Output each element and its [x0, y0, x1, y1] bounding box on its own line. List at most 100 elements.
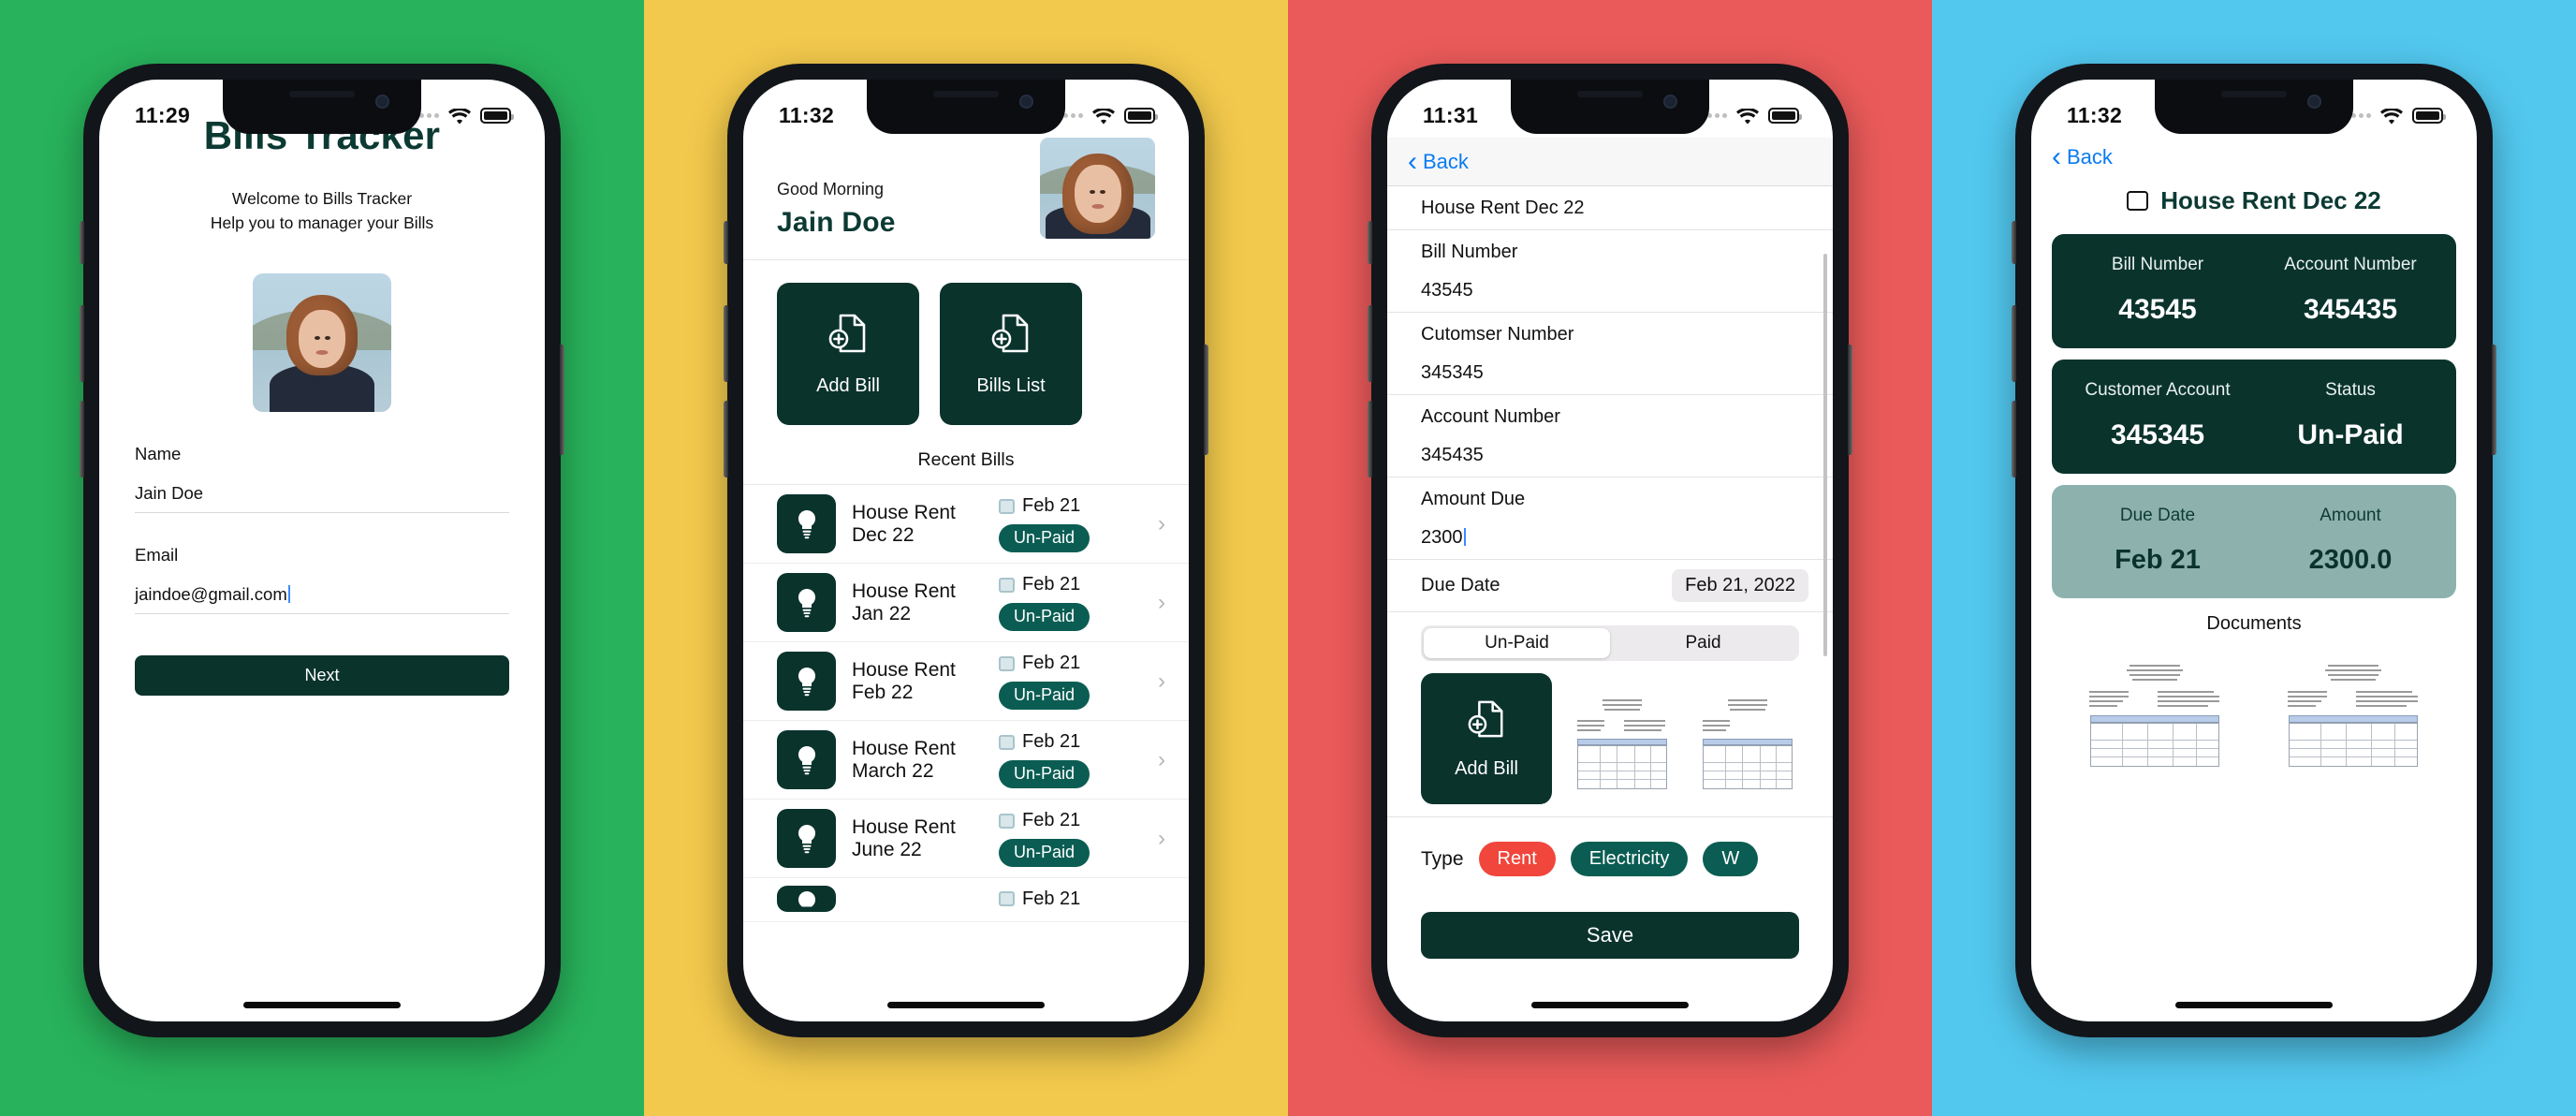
- lightbulb-icon: [777, 652, 836, 711]
- wifi-icon: [1091, 107, 1116, 125]
- email-input[interactable]: jaindoe@gmail.com: [135, 584, 509, 613]
- panel-onboarding: 11:29 Bills Tracker Welcome to Bills Tra…: [0, 0, 644, 1116]
- lightbulb-icon: [777, 809, 836, 868]
- status-icons: [2344, 107, 2446, 125]
- home-indicator[interactable]: [1531, 1002, 1689, 1008]
- document-thumbnail[interactable]: [2085, 655, 2225, 768]
- avatar-eye-right: [1100, 190, 1105, 195]
- customer-status-card: Customer Account 345345 Status Un-Paid: [2052, 360, 2456, 474]
- back-button[interactable]: ‹ Back: [2052, 143, 2113, 171]
- scrollbar[interactable]: [1823, 254, 1827, 656]
- bill-title-input[interactable]: House Rent Dec 22: [1387, 186, 1833, 230]
- name-input[interactable]: Jain Doe: [135, 483, 509, 512]
- document-thumbnail[interactable]: [1567, 683, 1677, 794]
- segment-paid[interactable]: Paid: [1610, 628, 1796, 658]
- document-plus-icon: [827, 311, 869, 360]
- add-bill-tile[interactable]: Add Bill: [777, 283, 919, 425]
- phone-button-volume-down: [2012, 401, 2016, 477]
- document-preview: [1573, 696, 1671, 789]
- bill-number-value: 43545: [2118, 294, 2197, 325]
- status-badge: Un-Paid: [999, 682, 1090, 710]
- bill-number-input[interactable]: 43545: [1387, 269, 1833, 313]
- add-bill-button-label: Add Bill: [1455, 758, 1518, 779]
- table-row[interactable]: House Rent June 22 Feb 21 Un-Paid ›: [743, 800, 1189, 878]
- bills-list-tile[interactable]: Bills List: [940, 283, 1082, 425]
- status-icons: [1700, 107, 1802, 125]
- recent-bills-list: House Rent Dec 22 Feb 21 Un-Paid › House…: [743, 484, 1189, 922]
- avatar-lips: [1091, 204, 1104, 210]
- speaker-grille: [289, 91, 355, 97]
- home-indicator[interactable]: [2175, 1002, 2333, 1008]
- calendar-icon: [2127, 191, 2149, 211]
- amount-due-input[interactable]: 2300: [1387, 516, 1833, 560]
- bill-number-column: Bill Number 43545: [2061, 255, 2254, 326]
- type-chip-rent[interactable]: Rent: [1478, 842, 1556, 876]
- type-chip-water[interactable]: W: [1703, 842, 1759, 876]
- wifi-icon: [2379, 107, 2404, 125]
- account-number-input[interactable]: 345435: [1387, 433, 1833, 477]
- amount-due-value: 2300: [1421, 527, 1463, 548]
- bill-date: Feb 21: [999, 731, 1080, 753]
- document-preview: [2085, 659, 2225, 767]
- home-indicator[interactable]: [887, 1002, 1045, 1008]
- calendar-icon: [999, 655, 1015, 671]
- chevron-right-icon: ›: [1158, 589, 1165, 615]
- home-indicator[interactable]: [243, 1002, 401, 1008]
- customer-number-input[interactable]: 345345: [1387, 351, 1833, 395]
- document-preview: [1699, 696, 1796, 789]
- phone-notch: [223, 80, 421, 134]
- table-row[interactable]: Feb 21: [743, 878, 1189, 922]
- document-preview: [2283, 659, 2423, 767]
- bill-name: House Rent Jan 22: [852, 580, 956, 624]
- greeting-text: Good Morning: [777, 180, 885, 198]
- table-row[interactable]: House Rent Feb 22 Feb 21 Un-Paid ›: [743, 642, 1189, 721]
- speaker-grille: [2221, 91, 2287, 97]
- phone-button-power: [1848, 345, 1852, 455]
- text-caret: [1463, 528, 1466, 546]
- bill-detail-content: ‹ Back House Rent Dec 22 Bill Number 435…: [2031, 80, 2477, 1021]
- phone-notch: [2155, 80, 2353, 134]
- table-row[interactable]: House Rent Jan 22 Feb 21 Un-Paid ›: [743, 564, 1189, 642]
- phone-button-power: [1204, 345, 1208, 455]
- add-bill-button[interactable]: Add Bill: [1421, 673, 1552, 804]
- phone-notch: [1511, 80, 1709, 134]
- segment-unpaid[interactable]: Un-Paid: [1424, 628, 1610, 658]
- due-date-picker[interactable]: Feb 21, 2022: [1672, 569, 1808, 602]
- nav-bar: ‹ Back: [1387, 138, 1833, 186]
- user-avatar[interactable]: [253, 272, 391, 412]
- back-button[interactable]: ‹ Back: [1408, 147, 1469, 175]
- type-label: Type: [1421, 847, 1464, 870]
- document-thumbnail[interactable]: [1692, 683, 1803, 794]
- bill-name: House Rent March 22: [852, 737, 956, 782]
- phone-button-volume-down: [724, 401, 728, 477]
- avatar-lips: [315, 349, 329, 355]
- bill-date-text: Feb 21: [1022, 810, 1081, 831]
- status-value: Un-Paid: [2297, 419, 2404, 450]
- card-columns: Customer Account 345345 Status Un-Paid: [2061, 380, 2447, 451]
- type-chip-electricity[interactable]: Electricity: [1570, 842, 1689, 876]
- save-button[interactable]: Save: [1421, 912, 1799, 959]
- table-row[interactable]: House Rent Dec 22 Feb 21 Un-Paid ›: [743, 485, 1189, 564]
- phone-button-volume-down: [80, 401, 84, 477]
- screen-edit-bill: 11:31 ‹ Back House Rent Dec 22 Bill Numb…: [1387, 80, 1833, 1021]
- phone-button-volume-up: [1368, 305, 1372, 382]
- table-row[interactable]: House Rent March 22 Feb 21 Un-Paid ›: [743, 721, 1189, 800]
- avatar-eye-left: [1090, 190, 1095, 195]
- user-avatar[interactable]: [1040, 138, 1155, 239]
- panel-home: 11:32 Good Morning Jain Doe Add Bill Bil…: [644, 0, 1288, 1116]
- next-button[interactable]: Next: [135, 654, 509, 696]
- subtitle-line-1: Welcome to Bills Tracker: [231, 189, 413, 208]
- bill-date-text: Feb 21: [1022, 653, 1081, 674]
- onboarding-content: Bills Tracker Welcome to Bills Tracker H…: [99, 80, 545, 1021]
- document-thumbnail[interactable]: [2283, 655, 2423, 768]
- back-label: Back: [2067, 145, 2113, 169]
- status-time: 11:32: [2067, 102, 2123, 127]
- front-camera: [375, 95, 389, 109]
- screen-onboarding: 11:29 Bills Tracker Welcome to Bills Tra…: [99, 80, 545, 1021]
- user-name: Jain Doe: [777, 207, 896, 238]
- customer-number-label: Cutomser Number: [1421, 324, 1574, 345]
- documents-heading: Documents: [2206, 613, 2302, 634]
- phone-button-volume-up: [80, 305, 84, 382]
- phone-button-volume-down: [1368, 401, 1372, 477]
- phone-button-volume-up: [2012, 305, 2016, 382]
